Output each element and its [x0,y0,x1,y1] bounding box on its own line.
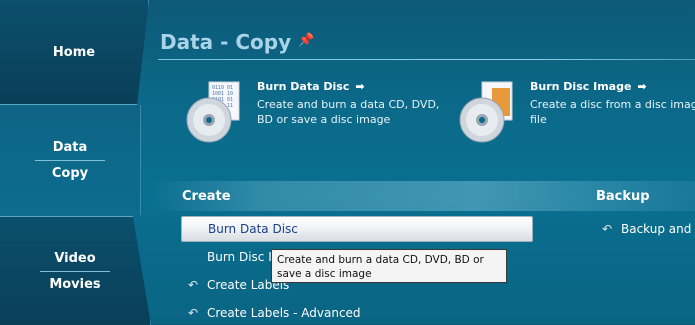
left-nav: Home Data Copy Video Movies [0,0,151,325]
nav-home-label: Home [52,44,96,60]
list-item-label: Backup and Restore [621,222,695,236]
page-title: Data - Copy [160,30,292,54]
nav-video-movies-tile[interactable]: Video Movies [0,216,151,325]
feature-desc: Create and burn a data CD, DVD, BD or sa… [257,98,440,126]
feature-burn-disc-image[interactable]: Burn Disc Image ➡ Create a disc from a d… [458,80,695,146]
nav-movies-label: Movies [49,276,101,292]
nav-data-label: Data [52,139,88,155]
nav-video-label: Video [54,250,96,266]
feature-title: Burn Data Disc [257,80,350,93]
nav-home-tile[interactable]: Home [0,0,149,105]
nav-divider [35,159,105,161]
nav-data-copy-tile[interactable]: Data Copy [0,105,141,215]
shortcut-arrow-icon: ↶ [188,278,199,292]
data-disc-icon: 0110 011001 10 0101 011100 11 [185,80,251,146]
tooltip: Create and burn a data CD, DVD, BD or sa… [271,249,507,283]
feature-desc: Create a disc from a disc image file [530,98,695,126]
section-create-title: Create [182,189,231,204]
nav-copy-label: Copy [51,165,89,181]
list-item-label: Burn Data Disc [208,222,298,236]
arrow-right-icon: ➡ [355,80,365,93]
arrow-right-icon: ➡ [637,80,647,93]
section-backup-title: Backup [596,189,650,204]
list-item-create-labels-advanced[interactable]: ↶ Create Labels - Advanced [181,301,531,325]
shortcut-arrow-icon: ↶ [602,222,613,236]
list-item-label: Create Labels - Advanced [207,306,361,320]
nav-divider [40,270,110,272]
feature-burn-data-disc[interactable]: 0110 011001 10 0101 011100 11 Burn Data … [185,80,447,146]
pin-icon[interactable]: 📌 [298,33,314,48]
list-item-burn-data-disc[interactable]: Burn Data Disc [181,216,533,242]
list-item-backup-and-restore[interactable]: ↶ Backup and Restore [595,217,695,241]
feature-title: Burn Disc Image [530,80,632,93]
disc-image-icon [458,80,524,146]
title-divider [158,59,695,60]
shortcut-arrow-icon: ↶ [188,306,199,320]
